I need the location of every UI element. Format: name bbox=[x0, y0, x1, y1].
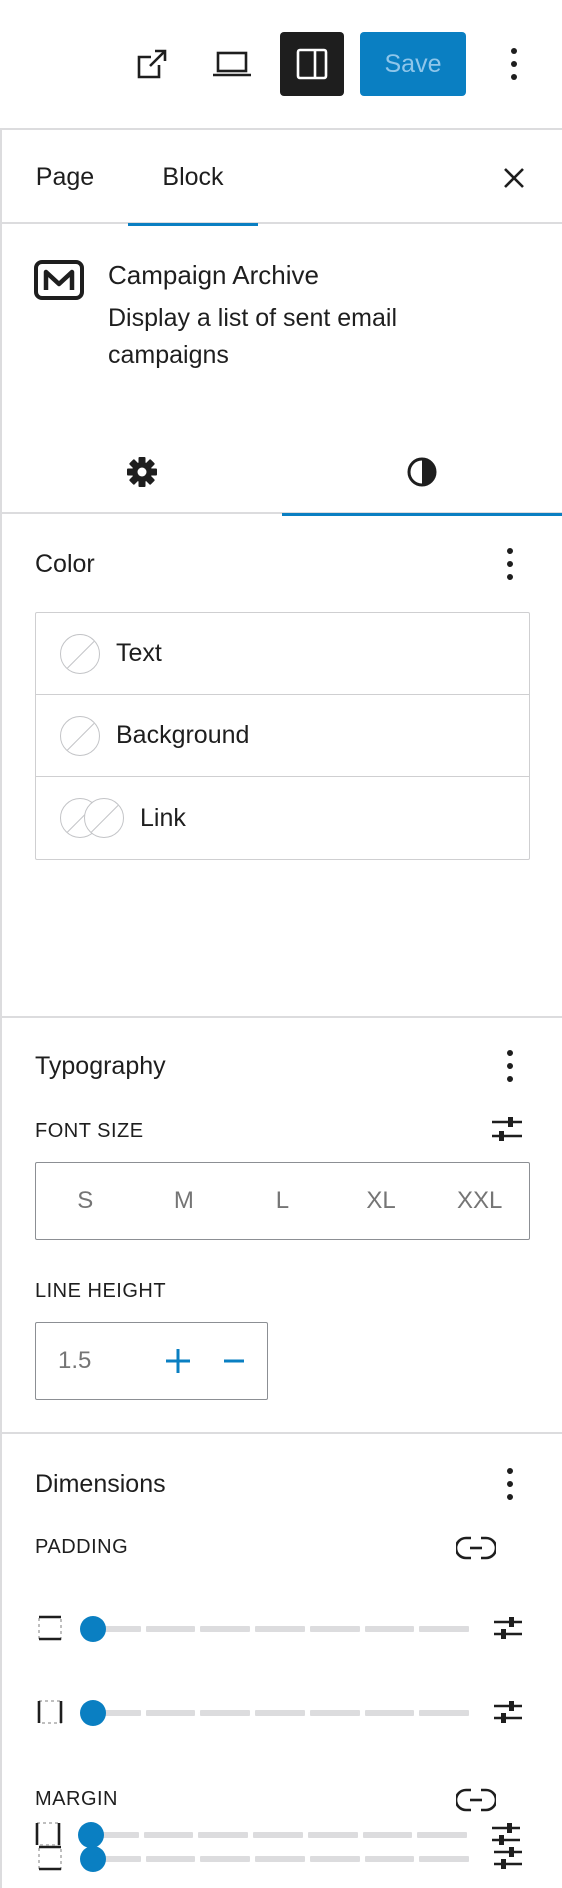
font-size-option-xxl[interactable]: XXL bbox=[430, 1163, 529, 1239]
block-title: Campaign Archive bbox=[108, 260, 319, 290]
line-height-value[interactable]: 1.5 bbox=[58, 1347, 91, 1375]
empty-swatch-icon bbox=[60, 715, 100, 756]
margin-horizontal-track[interactable] bbox=[89, 1832, 468, 1838]
font-size-option-m[interactable]: M bbox=[135, 1163, 234, 1239]
margin-horizontal-slider-row bbox=[33, 1812, 528, 1856]
sidebar-toggle-icon bbox=[296, 48, 328, 80]
desktop-preview-icon[interactable] bbox=[208, 40, 256, 88]
tab-settings[interactable] bbox=[2, 430, 282, 514]
custom-size-tune-icon[interactable] bbox=[490, 1114, 524, 1144]
tab-styles[interactable] bbox=[282, 430, 562, 516]
plus-icon bbox=[166, 1349, 190, 1373]
horizontal-sides-icon bbox=[37, 1700, 63, 1724]
block-card: Campaign Archive Display a list of sent … bbox=[2, 226, 562, 369]
line-height-control[interactable]: 1.5 bbox=[35, 1322, 268, 1400]
block-description: Display a list of sent email campaigns bbox=[108, 304, 398, 369]
margin-vertical-track[interactable] bbox=[91, 1856, 470, 1862]
settings-gear-icon bbox=[127, 457, 157, 487]
font-size-option-xl[interactable]: XL bbox=[332, 1163, 431, 1239]
tab-block[interactable]: Block bbox=[128, 130, 258, 226]
vertical-sides-icon bbox=[38, 1615, 62, 1641]
color-item-link[interactable]: Link bbox=[36, 777, 529, 859]
color-options-menu[interactable] bbox=[490, 544, 530, 584]
typography-panel: Typography FONT SIZE S M L XL XXL LINE H… bbox=[2, 1018, 562, 1434]
padding-label: PADDING bbox=[35, 1536, 129, 1558]
close-sidebar-button[interactable] bbox=[490, 154, 538, 202]
typography-options-menu[interactable] bbox=[490, 1046, 530, 1086]
dimensions-options-menu[interactable] bbox=[490, 1464, 530, 1504]
color-panel: Color Text Background Link bbox=[2, 516, 562, 1018]
tab-page-label: Page bbox=[35, 162, 95, 191]
tab-page[interactable]: Page bbox=[10, 130, 120, 224]
padding-horizontal-track[interactable] bbox=[91, 1710, 470, 1716]
color-item-background[interactable]: Background bbox=[36, 695, 529, 777]
font-size-picker: S M L XL XXL bbox=[35, 1162, 530, 1240]
save-button[interactable]: Save bbox=[360, 32, 466, 96]
editor-toolbar: Save bbox=[0, 0, 562, 128]
minus-icon bbox=[224, 1359, 244, 1363]
padding-vertical-slider-row bbox=[35, 1606, 530, 1650]
padding-vertical-thumb[interactable] bbox=[80, 1616, 106, 1642]
empty-swatch-icon bbox=[60, 633, 100, 674]
more-vertical-icon bbox=[507, 1050, 513, 1082]
color-panel-title: Color bbox=[35, 550, 95, 578]
margin-label: MARGIN bbox=[35, 1788, 118, 1810]
color-item-text[interactable]: Text bbox=[36, 613, 529, 695]
font-size-label: FONT SIZE bbox=[35, 1120, 144, 1142]
sidebar-tabs: Page Block bbox=[2, 130, 562, 226]
horizontal-sides-icon bbox=[35, 1822, 61, 1846]
custom-value-tune-icon[interactable] bbox=[493, 1614, 523, 1642]
font-size-option-l[interactable]: L bbox=[233, 1163, 332, 1239]
link-sides-icon[interactable] bbox=[456, 1787, 496, 1813]
external-link-icon[interactable] bbox=[128, 40, 176, 88]
more-vertical-icon[interactable] bbox=[494, 40, 534, 88]
line-height-decrement-button[interactable] bbox=[214, 1341, 254, 1381]
color-item-label: Background bbox=[116, 721, 250, 749]
more-vertical-icon bbox=[507, 1468, 513, 1500]
line-height-increment-button[interactable] bbox=[158, 1341, 198, 1381]
close-icon bbox=[504, 168, 524, 188]
settings-sidebar: Page Block Campaign Archive Display a li… bbox=[0, 128, 562, 1888]
custom-value-tune-icon[interactable] bbox=[491, 1820, 521, 1848]
margin-horizontal-thumb[interactable] bbox=[78, 1822, 104, 1848]
custom-value-tune-icon[interactable] bbox=[493, 1698, 523, 1726]
padding-horizontal-thumb[interactable] bbox=[80, 1700, 106, 1726]
line-height-label: LINE HEIGHT bbox=[35, 1280, 167, 1302]
empty-swatch-icon bbox=[84, 798, 124, 838]
padding-horizontal-slider-row bbox=[35, 1690, 530, 1734]
more-vertical-icon bbox=[507, 548, 513, 580]
color-list: Text Background Link bbox=[35, 612, 530, 860]
block-inspector-tabs bbox=[2, 430, 562, 516]
color-item-label: Link bbox=[140, 803, 186, 832]
link-sides-icon[interactable] bbox=[456, 1535, 496, 1561]
styles-contrast-icon bbox=[407, 457, 437, 487]
typography-panel-title: Typography bbox=[35, 1052, 166, 1080]
tab-block-label: Block bbox=[162, 162, 224, 191]
sidebar-toggle-button[interactable] bbox=[280, 32, 344, 96]
color-item-label: Text bbox=[116, 639, 162, 667]
padding-vertical-track[interactable] bbox=[91, 1626, 470, 1632]
dimensions-panel-title: Dimensions bbox=[35, 1470, 166, 1498]
mailpoet-block-icon bbox=[34, 260, 84, 300]
font-size-option-s[interactable]: S bbox=[36, 1163, 135, 1239]
